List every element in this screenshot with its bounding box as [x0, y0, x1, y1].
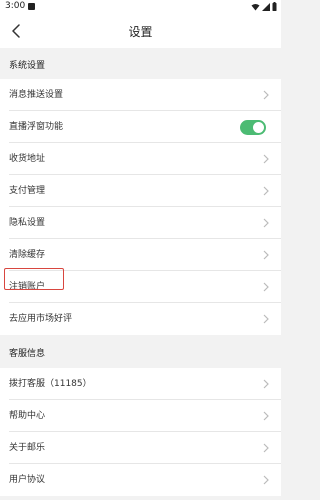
chevron-right-icon	[263, 154, 269, 164]
chevron-right-icon	[263, 379, 269, 389]
row-label: 帮助中心	[9, 411, 46, 421]
row-label: 隐私设置	[9, 218, 46, 228]
row-label: 关于邮乐	[9, 443, 46, 453]
signal-icon	[262, 2, 270, 11]
chevron-right-icon	[263, 282, 269, 292]
chevron-right-icon	[263, 90, 269, 100]
chevron-right-icon	[263, 443, 269, 453]
settings-row-about[interactable]: 关于邮乐	[0, 432, 281, 464]
section-header-system: 系统设置	[0, 51, 281, 82]
settings-row-rate-app[interactable]: 去应用市场好评	[0, 303, 281, 335]
row-label: 去应用市场好评	[9, 314, 73, 324]
settings-row-payment[interactable]: 支付管理	[0, 175, 281, 207]
row-label: 拨打客服（11185）	[9, 379, 92, 389]
settings-row-clear-cache[interactable]: 清除缓存	[0, 239, 281, 271]
row-label: 消息推送设置	[9, 90, 64, 100]
nav-bar: 设置	[0, 14, 281, 48]
live-float-toggle[interactable]	[240, 120, 266, 135]
chevron-right-icon	[263, 250, 269, 260]
chevron-right-icon	[263, 411, 269, 421]
row-label: 直播浮窗功能	[9, 122, 64, 132]
status-icons	[251, 2, 277, 11]
chevron-right-icon	[263, 314, 269, 324]
row-label: 清除缓存	[9, 250, 46, 260]
settings-row-privacy[interactable]: 隐私设置	[0, 207, 281, 239]
status-bar: 3:00	[0, 0, 281, 14]
chevron-right-icon	[263, 186, 269, 196]
settings-row-push[interactable]: 消息推送设置	[0, 79, 281, 111]
notification-icon	[28, 3, 35, 10]
row-label: 收货地址	[9, 154, 46, 164]
page-title: 设置	[128, 25, 153, 39]
row-label: 用户协议	[9, 475, 46, 485]
chevron-right-icon	[263, 475, 269, 485]
settings-row-help[interactable]: 帮助中心	[0, 400, 281, 432]
chevron-right-icon	[263, 218, 269, 228]
settings-row-call-service[interactable]: 拨打客服（11185）	[0, 368, 281, 400]
settings-row-address[interactable]: 收货地址	[0, 143, 281, 175]
row-label: 支付管理	[9, 186, 46, 196]
status-time: 3:00	[5, 1, 26, 11]
section-header-service: 客服信息	[0, 339, 281, 370]
highlight-box	[4, 268, 64, 290]
battery-icon	[272, 2, 277, 11]
wifi-icon	[251, 3, 260, 10]
settings-row-live-float: 直播浮窗功能	[0, 111, 281, 143]
settings-row-user-agreement[interactable]: 用户协议	[0, 464, 281, 496]
toggle-knob	[253, 122, 264, 133]
